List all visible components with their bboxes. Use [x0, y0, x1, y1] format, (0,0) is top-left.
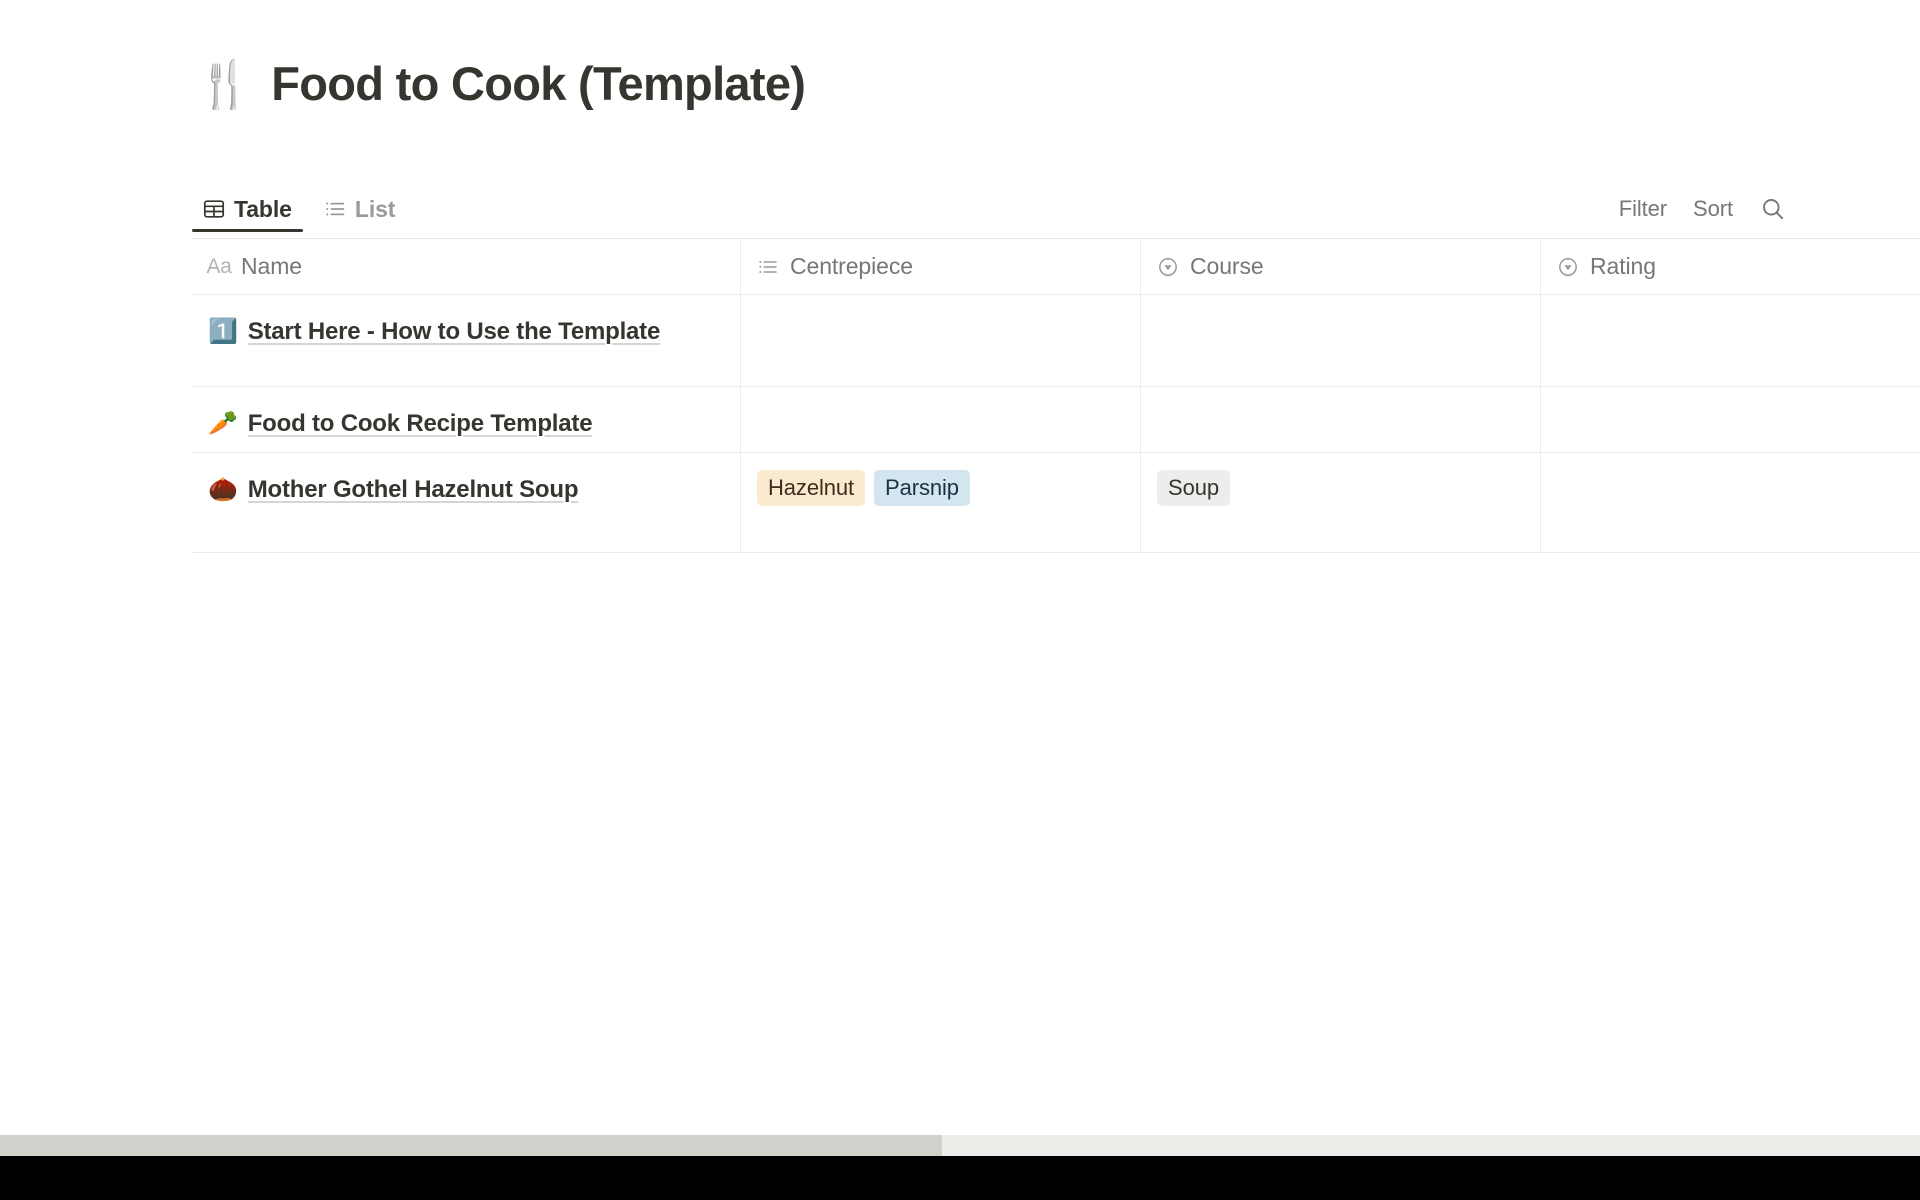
- cell-centrepiece[interactable]: [741, 387, 1141, 452]
- cell-name[interactable]: 🌰 Mother Gothel Hazelnut Soup: [192, 453, 741, 552]
- cell-course[interactable]: [1141, 295, 1541, 386]
- cell-name[interactable]: 1️⃣ Start Here - How to Use the Template: [192, 295, 741, 386]
- multi-select-icon: [757, 256, 779, 278]
- search-icon[interactable]: [1754, 192, 1792, 226]
- table-row[interactable]: 🌰 Mother Gothel Hazelnut Soup Hazelnut Par…: [192, 453, 1920, 553]
- page-surface: 🍴 Food to Cook (Template) Table List Fil…: [0, 0, 1920, 1135]
- database-table: Aa Name Centrepiece Course Rating 1️⃣ St…: [192, 238, 1920, 553]
- chip-group: Soup: [1157, 470, 1230, 506]
- column-header-centrepiece[interactable]: Centrepiece: [741, 239, 1141, 294]
- table-icon: [203, 198, 225, 220]
- horizontal-scrollbar[interactable]: [0, 1135, 1920, 1156]
- row-icon-emoji: 🥕: [208, 409, 238, 437]
- tab-list[interactable]: List: [313, 186, 407, 232]
- row-icon-emoji: 1️⃣: [208, 317, 238, 345]
- cell-course[interactable]: Soup: [1141, 453, 1541, 552]
- page-title: 🍴 Food to Cook (Template): [196, 58, 806, 110]
- row-title-link[interactable]: Food to Cook Recipe Template: [248, 410, 593, 437]
- view-toolbar: Table List Filter Sort: [192, 186, 1920, 238]
- page-icon-emoji[interactable]: 🍴: [196, 61, 253, 107]
- cell-rating[interactable]: [1541, 387, 1920, 452]
- cell-course[interactable]: [1141, 387, 1541, 452]
- view-tabs: Table List: [192, 186, 406, 232]
- column-header-course[interactable]: Course: [1141, 239, 1541, 294]
- column-header-rating[interactable]: Rating: [1541, 239, 1920, 294]
- tab-table-label: Table: [234, 195, 292, 222]
- tag-chip[interactable]: Hazelnut: [757, 470, 866, 506]
- page-title-text[interactable]: Food to Cook (Template): [271, 58, 806, 110]
- toolbar-actions: Filter Sort: [1606, 192, 1792, 226]
- list-icon: [324, 198, 346, 220]
- column-header-name-label: Name: [241, 253, 302, 279]
- column-header-name[interactable]: Aa Name: [192, 239, 741, 294]
- row-title-link[interactable]: Mother Gothel Hazelnut Soup: [248, 476, 579, 503]
- title-aa-icon: Aa: [206, 254, 232, 278]
- table-header-row: Aa Name Centrepiece Course Rating: [192, 239, 1920, 295]
- tag-chip[interactable]: Soup: [1157, 470, 1230, 506]
- select-icon: [1557, 256, 1579, 278]
- select-icon: [1157, 256, 1179, 278]
- filter-button[interactable]: Filter: [1606, 192, 1680, 226]
- table-row[interactable]: 1️⃣ Start Here - How to Use the Template: [192, 295, 1920, 387]
- row-icon-emoji: 🌰: [208, 475, 238, 503]
- table-row[interactable]: 🥕 Food to Cook Recipe Template: [192, 387, 1920, 453]
- sort-button[interactable]: Sort: [1680, 192, 1746, 226]
- tab-table[interactable]: Table: [192, 186, 303, 232]
- column-header-centrepiece-label: Centrepiece: [790, 253, 913, 279]
- cell-rating[interactable]: [1541, 295, 1920, 386]
- cell-rating[interactable]: [1541, 453, 1920, 552]
- cell-centrepiece[interactable]: Hazelnut Parsnip: [741, 453, 1141, 552]
- chip-group: Hazelnut Parsnip: [757, 470, 970, 506]
- window-bottom-edge: [0, 1156, 1920, 1200]
- cell-name[interactable]: 🥕 Food to Cook Recipe Template: [192, 387, 741, 452]
- row-title-link[interactable]: Start Here - How to Use the Template: [248, 318, 661, 345]
- tab-list-label: List: [354, 195, 396, 222]
- column-header-course-label: Course: [1190, 253, 1264, 279]
- cell-centrepiece[interactable]: [741, 295, 1141, 386]
- column-header-rating-label: Rating: [1590, 253, 1656, 279]
- horizontal-scrollbar-thumb[interactable]: [0, 1135, 942, 1156]
- tag-chip[interactable]: Parsnip: [874, 470, 970, 506]
